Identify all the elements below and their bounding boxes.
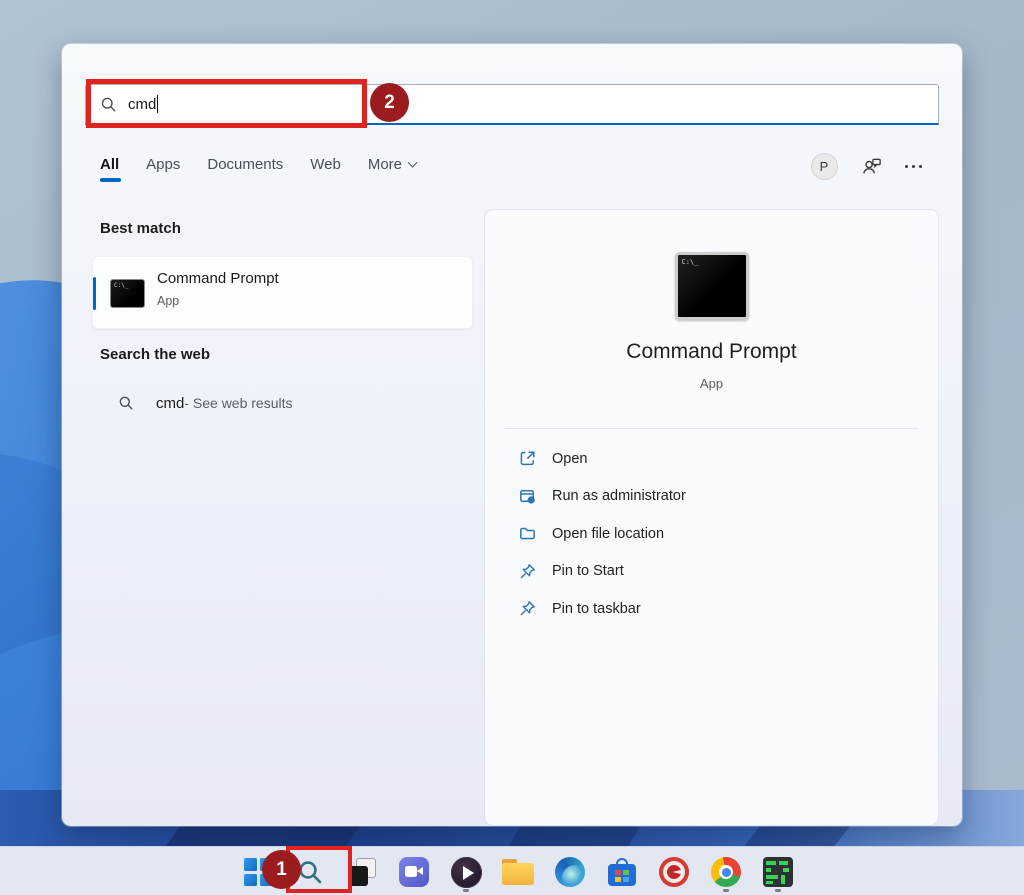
running-indicator [723,889,729,892]
tab-apps[interactable]: Apps [146,156,180,182]
tab-documents[interactable]: Documents [207,156,283,182]
task-view-icon [348,858,376,886]
chrome-icon [711,857,741,887]
best-match-heading: Best match [100,220,181,237]
selection-accent-bar [93,277,96,310]
command-prompt-icon: C:\_ [675,252,749,320]
green-pixel-app-icon [763,857,793,887]
action-open[interactable]: Open [485,440,938,478]
action-pin-to-start[interactable]: Pin to Start [485,553,938,591]
more-options-icon[interactable] [905,165,923,169]
chevron-down-icon [408,158,418,168]
app-subtitle: App [485,376,938,391]
action-open-file-location[interactable]: Open file location [485,515,938,553]
tab-all[interactable]: All [100,156,119,182]
result-subtitle: App [157,294,179,308]
web-query-text: cmd [156,395,184,412]
search-filter-tabs: All Apps Documents Web More [100,156,416,182]
user-avatar[interactable]: P [811,153,838,180]
edge-icon [555,857,585,887]
running-indicator [463,889,469,892]
store-button[interactable] [602,854,642,890]
search-icon [118,395,134,411]
edge-button[interactable] [550,854,590,890]
chat-button[interactable] [394,854,434,890]
annotation-box-search [86,79,367,128]
result-detail-panel: C:\_ Command Prompt App Open Run as admi [485,210,938,825]
red-circle-app-button[interactable] [654,854,694,890]
running-indicator [775,889,781,892]
web-suffix-text: - See web results [184,395,292,411]
search-web-heading: Search the web [100,346,210,363]
red-circle-app-icon [659,857,689,887]
pin-icon [518,599,537,618]
run-as-admin-icon [518,487,537,506]
result-title: Command Prompt [157,270,279,287]
active-tab-underline [100,178,121,182]
media-player-button[interactable] [446,854,486,890]
action-run-as-administrator[interactable]: Run as administrator [485,478,938,516]
annotation-badge-2: 2 [370,83,409,122]
chrome-button[interactable] [706,854,746,890]
taskbar: 1 [0,846,1024,895]
file-explorer-button[interactable] [498,854,538,890]
store-icon [608,858,636,886]
tab-more[interactable]: More [368,156,416,182]
annotation-badge-1: 1 [262,850,301,889]
feedback-icon[interactable] [860,155,883,178]
media-player-icon [451,857,482,888]
file-explorer-icon [502,859,534,885]
chat-icon [399,857,429,887]
header-icons: P [811,153,923,180]
pin-icon [518,562,537,581]
command-prompt-icon: C:\_ [110,279,145,308]
best-match-result[interactable]: C:\_ Command Prompt App [92,256,473,329]
windows-search-panel: cmd 2 All Apps Documents Web More P [62,44,962,826]
app-title: Command Prompt [485,340,938,364]
action-pin-to-taskbar[interactable]: Pin to taskbar [485,590,938,628]
app-actions-list: Open Run as administrator Open file loca… [485,440,938,628]
tab-web[interactable]: Web [310,156,341,182]
divider [505,428,918,429]
green-pixel-app-button[interactable] [758,854,798,890]
open-icon [518,449,537,468]
web-search-result[interactable]: cmd - See web results [92,380,513,426]
folder-icon [518,524,537,543]
